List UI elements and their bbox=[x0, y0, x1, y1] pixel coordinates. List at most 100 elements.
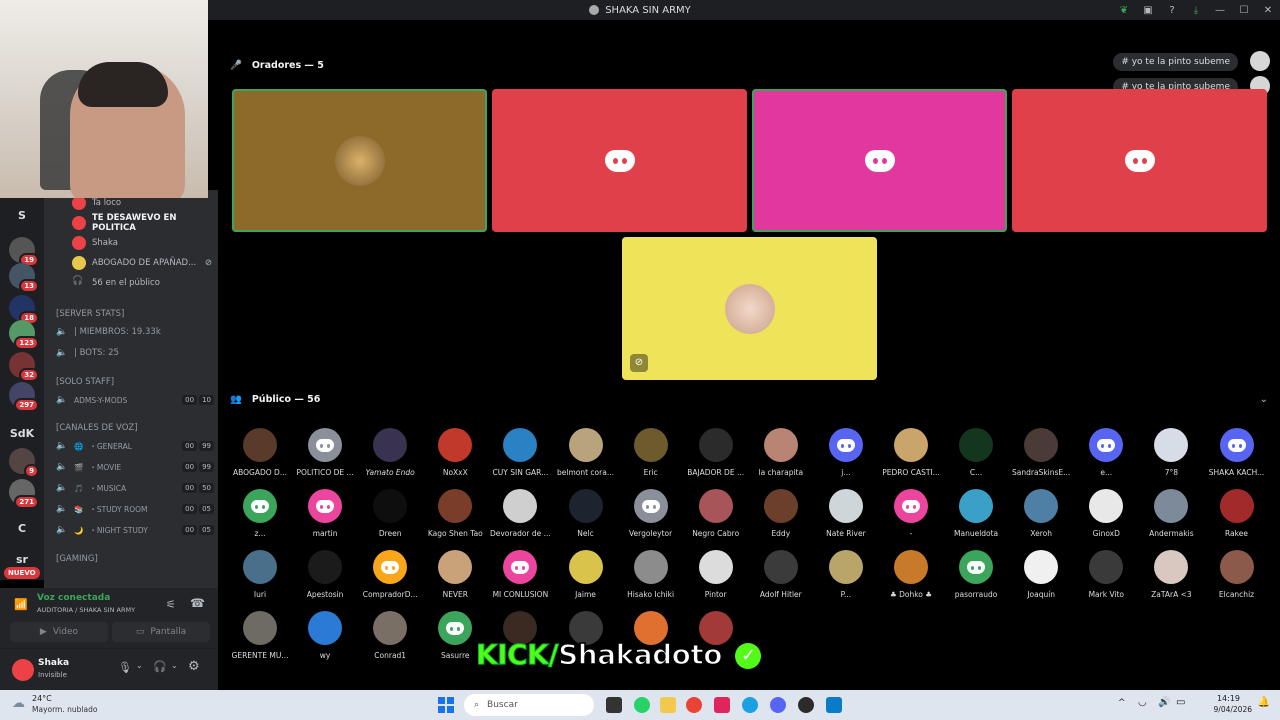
avatar[interactable] bbox=[1250, 51, 1270, 71]
audience-member[interactable]: Devorador de ... bbox=[488, 489, 552, 538]
chevron-down-icon[interactable]: ⌄ bbox=[136, 661, 143, 670]
audience-member[interactable]: Conrad1 bbox=[358, 611, 422, 660]
audience-member[interactable]: Adolf Hitler bbox=[749, 550, 813, 599]
server-icon[interactable]: 9 bbox=[9, 448, 39, 478]
audience-member[interactable]: Kago Shen Tao bbox=[423, 489, 487, 538]
speaker-tile[interactable] bbox=[232, 89, 487, 232]
file-explorer-icon[interactable] bbox=[660, 697, 676, 713]
server-icon[interactable]: 297 bbox=[9, 382, 39, 412]
audience-member[interactable]: P... bbox=[814, 550, 878, 599]
voice-channel-path[interactable]: AUDITORIA / SHAKA SIN ARMY bbox=[37, 606, 135, 614]
audience-member[interactable]: PEDRO CASTI... bbox=[879, 428, 943, 477]
audience-member[interactable]: j... bbox=[814, 428, 878, 477]
avatar[interactable] bbox=[12, 659, 34, 681]
server-icon[interactable]: 18 bbox=[9, 295, 39, 325]
server-icon[interactable]: C bbox=[9, 515, 35, 541]
audience-member[interactable]: Negro Cabro bbox=[684, 489, 748, 538]
task-view-icon[interactable] bbox=[606, 697, 622, 713]
start-button[interactable] bbox=[438, 697, 454, 713]
speaker-tile[interactable] bbox=[752, 89, 1007, 232]
app-icon[interactable] bbox=[826, 697, 842, 713]
audience-member[interactable]: martin bbox=[293, 489, 357, 538]
clock-time[interactable]: 14:19 bbox=[1217, 694, 1240, 703]
audience-member[interactable]: Hisako Ichiki bbox=[619, 550, 683, 599]
speaker-tile[interactable] bbox=[492, 89, 747, 232]
voice-status[interactable]: Voz conectada bbox=[37, 593, 110, 603]
noise-suppression-icon[interactable]: ⚟ bbox=[166, 598, 176, 611]
audience-member[interactable]: z... bbox=[228, 489, 292, 538]
audience-member[interactable]: POLITICO DE ... bbox=[293, 428, 357, 477]
edge-icon[interactable] bbox=[742, 697, 758, 713]
audience-member[interactable]: Rakee bbox=[1205, 489, 1269, 538]
audience-member[interactable]: Andermakis bbox=[1139, 489, 1203, 538]
voice-channel-movie[interactable]: 🔈 🎬 ・MOVIE 00 99 bbox=[56, 458, 214, 476]
server-icon[interactable]: 271 bbox=[9, 479, 39, 509]
audience-member[interactable]: Iuri bbox=[228, 550, 292, 599]
audience-member[interactable]: Yamato Endo bbox=[358, 428, 422, 477]
audience-member[interactable]: MI CONLUSION bbox=[488, 550, 552, 599]
audience-member[interactable]: GinoxD bbox=[1074, 489, 1138, 538]
screen-share-button[interactable]: ▭ Pantalla bbox=[112, 622, 210, 642]
voice-channel-musica[interactable]: 🔈 🎵 ・MUSICA 00 50 bbox=[56, 479, 214, 497]
wifi-icon[interactable]: ◡ bbox=[1138, 697, 1147, 708]
taskbar-search[interactable]: ⌕ Buscar bbox=[464, 694, 594, 716]
voice-channel-night-study[interactable]: 🔈 🌙 ・NIGHT STUDY 00 05 bbox=[56, 521, 214, 539]
audience-member[interactable]: Vergoleytor bbox=[619, 489, 683, 538]
audience-member[interactable]: Eddy bbox=[749, 489, 813, 538]
audience-member[interactable]: Pintor bbox=[684, 550, 748, 599]
audience-member[interactable]: GERENTE MU... bbox=[228, 611, 292, 660]
disconnect-icon[interactable]: ☎ bbox=[190, 596, 205, 610]
audience-member[interactable]: SandraSkinsE... bbox=[1009, 428, 1073, 477]
audience-member[interactable]: 7°8 bbox=[1139, 428, 1203, 477]
obs-icon[interactable] bbox=[798, 697, 814, 713]
channel-bots-stat[interactable]: 🔈 | BOTS: 25 bbox=[56, 344, 214, 362]
volume-icon[interactable]: 🔊 bbox=[1158, 697, 1170, 708]
server-icon[interactable]: 19 bbox=[9, 237, 39, 267]
audience-member[interactable]: Joaquín bbox=[1009, 550, 1073, 599]
audience-member[interactable]: Mark Vito bbox=[1074, 550, 1138, 599]
audience-member[interactable]: BAJADOR DE ... bbox=[684, 428, 748, 477]
channel-members-stat[interactable]: 🔈 | MIEMBROS: 19.33k bbox=[56, 323, 214, 341]
help-icon[interactable]: ? bbox=[1160, 5, 1184, 16]
weather-temp[interactable]: 24°C bbox=[32, 694, 52, 703]
audience-member[interactable]: - bbox=[879, 489, 943, 538]
audience-member[interactable]: e... bbox=[1074, 428, 1138, 477]
audience-member[interactable]: ABOGADO D... bbox=[228, 428, 292, 477]
weather-desc[interactable]: Mayorm. nublado bbox=[32, 705, 97, 714]
audience-member[interactable]: NEVER bbox=[423, 550, 487, 599]
activity-chip[interactable]: # yo te la pinto subeme bbox=[1113, 53, 1238, 71]
voice-channel-general[interactable]: 🔈 🌐 ・GENERAL 00 99 bbox=[56, 437, 214, 455]
audience-member[interactable]: pasorraudo bbox=[944, 550, 1008, 599]
audience-member[interactable]: NoXxX bbox=[423, 428, 487, 477]
server-icon[interactable]: 13 bbox=[9, 263, 39, 293]
close-button[interactable]: ✕ bbox=[1256, 5, 1280, 16]
audience-member[interactable]: CUY SIN GAR... bbox=[488, 428, 552, 477]
audience-member[interactable]: Elcanchiz bbox=[1205, 550, 1269, 599]
audience-member[interactable]: ♣ Dohko ♣ bbox=[879, 550, 943, 599]
microphone-icon[interactable]: 🎙 bbox=[118, 661, 132, 674]
audience-member[interactable]: CompradorD... bbox=[358, 550, 422, 599]
audience-member[interactable]: ZaTArA <3 bbox=[1139, 550, 1203, 599]
channel-adms[interactable]: 🔈 ADMS-Y-MODS 00 10 bbox=[56, 391, 214, 409]
category-server-stats[interactable]: [SERVER STATS] bbox=[56, 309, 124, 319]
server-icon[interactable]: S bbox=[9, 202, 35, 228]
discord-taskbar-icon[interactable] bbox=[770, 697, 786, 713]
video-button[interactable]: ▶ Video bbox=[10, 622, 108, 642]
download-icon[interactable]: ⤓ bbox=[1184, 5, 1208, 16]
audience-member[interactable]: SHAKA KACH... bbox=[1205, 428, 1269, 477]
minimize-button[interactable]: — bbox=[1208, 5, 1232, 16]
audience-member[interactable]: Manueldota bbox=[944, 489, 1008, 538]
audience-member[interactable]: Xeroh bbox=[1009, 489, 1073, 538]
audience-member[interactable]: wy bbox=[293, 611, 357, 660]
audience-member[interactable]: Dreen bbox=[358, 489, 422, 538]
settings-gear-icon[interactable]: ⚙ bbox=[188, 659, 200, 674]
app-icon[interactable] bbox=[714, 697, 730, 713]
weather-icon[interactable]: ☁ bbox=[12, 696, 25, 711]
maximize-button[interactable]: ☐ bbox=[1232, 5, 1256, 16]
headphones-icon[interactable]: 🎧 bbox=[153, 660, 167, 673]
username[interactable]: Shaka bbox=[38, 658, 69, 668]
voice-user[interactable]: ABOGADO DE APAÑAD... ⊘ bbox=[72, 254, 212, 272]
chevron-down-icon[interactable]: ⌄ bbox=[171, 661, 178, 670]
audience-member[interactable]: la charapita bbox=[749, 428, 813, 477]
chrome-icon[interactable] bbox=[686, 697, 702, 713]
